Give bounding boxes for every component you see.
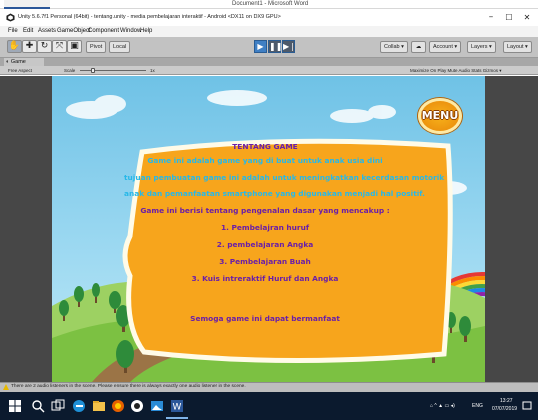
- account-dropdown[interactable]: Account ▾: [429, 41, 462, 53]
- menu-help[interactable]: Help: [140, 27, 152, 36]
- play-button[interactable]: ▶: [254, 40, 267, 53]
- cloud-icon: ☁: [415, 44, 422, 50]
- menu-edit[interactable]: Edit: [23, 27, 33, 36]
- tab-game[interactable]: ◐ Game: [4, 58, 44, 66]
- scale-slider-track[interactable]: [80, 70, 146, 71]
- pivot-toggle[interactable]: Pivot: [86, 41, 107, 53]
- word-document-title: Document1 - Microsoft Word: [232, 1, 309, 7]
- pivot-label: Pivot: [90, 44, 103, 50]
- hand-tool-button[interactable]: ✋: [7, 40, 22, 53]
- edge-icon[interactable]: [72, 399, 86, 413]
- menu-window[interactable]: Window: [120, 27, 141, 36]
- pause-icon: ❚❚: [269, 42, 283, 51]
- list-item: 3. Pembelajaran Buah: [219, 257, 311, 266]
- menu-assets[interactable]: Assets: [38, 27, 56, 36]
- windows-start-icon[interactable]: [8, 399, 22, 413]
- search-icon[interactable]: [31, 399, 45, 413]
- word-icon[interactable]: W: [170, 399, 184, 413]
- info-line-4: Game ini berisi tentang pengenalan dasar…: [140, 206, 390, 215]
- layout-label: Layout ▾: [507, 44, 528, 50]
- unity-window-title: Unity 5.6.7f1 Personal (64bit) - tentang…: [18, 14, 281, 20]
- console-message[interactable]: There are 2 audio listeners in the scene…: [11, 382, 246, 392]
- collab-label: Collab ▾: [384, 44, 404, 50]
- layers-dropdown[interactable]: Layers ▾: [467, 41, 496, 53]
- minimize-button[interactable]: –: [484, 12, 498, 23]
- active-window-indicator: [166, 417, 188, 419]
- move-tool-button[interactable]: ✚: [22, 40, 37, 53]
- scale-label: Scale: [64, 68, 76, 73]
- word-quick-access-toolbar[interactable]: [4, 0, 50, 9]
- game-view-options[interactable]: Maximize On Play Mute Audio Stats Gizmos…: [410, 66, 502, 75]
- pause-button[interactable]: ❚❚: [268, 40, 283, 53]
- tray-icons[interactable]: ⌂ ^ ▲ ▭ ◂): [430, 403, 455, 410]
- play-icon: ▶: [257, 42, 264, 51]
- game-tab-icon: ◐: [6, 59, 10, 65]
- hand-icon: ✋: [8, 41, 21, 51]
- rect-icon: ▣: [70, 41, 79, 51]
- aspect-dropdown[interactable]: Free Aspect: [8, 66, 32, 75]
- input-language[interactable]: ENG: [472, 403, 483, 410]
- unity-logo-icon: [6, 13, 15, 22]
- step-icon: ▶❘: [283, 42, 296, 51]
- close-button[interactable]: ✕: [520, 12, 534, 23]
- game-tab-label: Game: [10, 59, 26, 65]
- photos-icon[interactable]: [150, 399, 164, 413]
- account-label: Account ▾: [433, 44, 458, 50]
- rotate-tool-button[interactable]: ↻: [37, 40, 52, 53]
- svg-text:W: W: [173, 403, 182, 413]
- clock-date[interactable]: 07/07/2019: [492, 406, 517, 413]
- menu-gameobject[interactable]: GameObject: [57, 27, 91, 36]
- local-label: Local: [113, 44, 127, 50]
- layers-label: Layers ▾: [471, 44, 492, 50]
- cloud-button[interactable]: ☁: [411, 41, 426, 53]
- rect-tool-button[interactable]: ▣: [67, 40, 82, 53]
- menu-component[interactable]: Component: [88, 27, 119, 36]
- info-panel: TENTANG GAME Game ini adalah game yang d…: [124, 142, 445, 345]
- warning-icon: [3, 384, 9, 390]
- info-line-1: Game ini adalah game yang di buat untuk …: [147, 156, 383, 165]
- game-tab-bar: [0, 58, 538, 66]
- rotate-icon: ↻: [40, 41, 49, 51]
- unity-icon[interactable]: [130, 399, 144, 413]
- task-view-icon[interactable]: [51, 399, 65, 413]
- notification-icon[interactable]: [522, 401, 532, 411]
- move-icon: ✚: [25, 41, 34, 51]
- clock-time[interactable]: 13:27: [500, 398, 513, 405]
- menu-file[interactable]: File: [8, 27, 18, 36]
- scale-icon: ⤧: [55, 41, 64, 51]
- info-closing: Semoga game ini dapat bermanfaat: [190, 314, 340, 323]
- scale-tool-button[interactable]: ⤧: [52, 40, 67, 53]
- explorer-icon[interactable]: [92, 399, 106, 413]
- menu-button[interactable]: MENU: [418, 98, 462, 134]
- list-item: 3. Kuis intreraktif Huruf dan Angka: [191, 274, 339, 283]
- local-toggle[interactable]: Local: [109, 41, 131, 53]
- collab-dropdown[interactable]: Collab ▾: [380, 41, 408, 53]
- scale-value: 1x: [150, 68, 155, 73]
- maximize-button[interactable]: ☐: [502, 12, 516, 23]
- list-item: 1. Pembelajran huruf: [220, 223, 310, 232]
- step-button[interactable]: ▶❘: [282, 40, 296, 53]
- info-line-2: tujuan pembuatan game ini adalah untuk m…: [124, 173, 445, 182]
- game-view[interactable]: MENU TENTANG GAME Game ini adalah game y…: [52, 76, 485, 382]
- info-line-3: anak dan pemanfaatan smartphone yang dig…: [124, 189, 425, 198]
- list-item: 2. pembelajaran Angka: [216, 240, 314, 249]
- info-title: TENTANG GAME: [232, 142, 298, 151]
- layout-dropdown[interactable]: Layout ▾: [503, 41, 532, 53]
- firefox-icon[interactable]: [111, 399, 125, 413]
- scale-slider-handle[interactable]: [91, 68, 95, 73]
